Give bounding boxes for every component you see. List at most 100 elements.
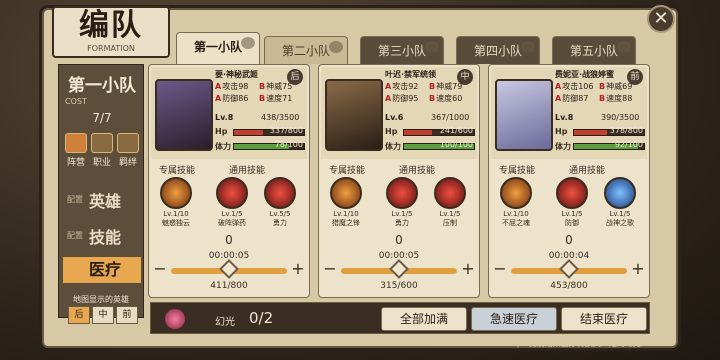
skill-level: Lv.1/10 <box>163 210 189 218</box>
skill-slot[interactable]: Lv.1/10 不屈之魂 <box>497 177 535 228</box>
menu-label: 技能 <box>89 228 122 247</box>
tab-team-5[interactable]: 第五小队 <box>552 36 636 64</box>
skill-name: 勇力 <box>273 219 287 227</box>
slider-handle[interactable] <box>389 259 409 279</box>
decrease-button[interactable]: − <box>321 261 339 279</box>
common-skill-header: 通用技能 <box>229 166 266 176</box>
class-icon <box>91 133 113 153</box>
hp-value: 241/600 <box>439 126 473 135</box>
ghost-light-value: 0/2 <box>249 309 274 327</box>
category-faction[interactable]: 阵营 <box>63 133 89 171</box>
hero-portrait[interactable] <box>325 79 383 151</box>
hp-bar: Hp 241/600 <box>385 126 477 138</box>
team-badge-icon <box>241 37 255 49</box>
title-text: 编队 <box>79 8 143 43</box>
hero-portrait[interactable] <box>155 79 213 151</box>
bottom-bar: 幻光 0/2 全部加满 急速医疗 结束医疗 <box>150 302 650 334</box>
stamina-value: 92/100 <box>614 140 643 149</box>
skill-level: Lv.1/5 <box>609 210 631 218</box>
hero-card[interactable]: 费妮亚·战狼婷蜜 前 A攻击106 B神威69 A防御87 B速度88 Lv.8… <box>488 64 650 298</box>
tab-label: 第一小队 <box>193 40 242 54</box>
menu-label: 医疗 <box>89 260 122 279</box>
skill-slot[interactable]: Lv.1/10 魅惑独云 <box>157 177 195 228</box>
stat-text: 速度88 <box>606 94 633 103</box>
stat-speed: B速度71 <box>259 94 293 103</box>
close-icon[interactable]: ✕ <box>647 5 675 33</box>
skill-slot[interactable]: Lv.1/5 破阵弹药 <box>213 177 251 228</box>
stat-text: 速度60 <box>436 94 463 103</box>
cost-value: 7/7 <box>92 111 112 125</box>
increase-button[interactable]: + <box>459 261 477 279</box>
slider-handle[interactable] <box>559 259 579 279</box>
stat-attack: A攻击92 <box>385 82 419 91</box>
map-pos-back[interactable]: 后 <box>68 306 90 324</box>
exclusive-skill-header: 专属技能 <box>329 166 366 176</box>
fill-all-button[interactable]: 全部加满 <box>381 307 467 331</box>
hp-bar: Hp 378/800 <box>555 126 647 138</box>
skill-icon <box>216 177 248 209</box>
hp-label: Hp <box>555 127 568 136</box>
menu-config-hero[interactable]: 配置 英雄 <box>63 189 141 215</box>
skill-name: 勇力 <box>395 219 409 227</box>
skill-level: Lv.1/5 <box>439 210 461 218</box>
skill-icon <box>160 177 192 209</box>
lock-icon <box>521 41 535 53</box>
title-subtitle: FORMATION <box>87 44 135 53</box>
tab-label: 第五小队 <box>569 44 618 58</box>
stat-attack: A攻击106 <box>555 82 594 91</box>
increase-button[interactable]: + <box>629 261 647 279</box>
tab-team-1[interactable]: 第一小队 <box>176 32 260 64</box>
menu-config-skill[interactable]: 配置 技能 <box>63 225 141 251</box>
decrease-button[interactable]: − <box>151 261 169 279</box>
skill-level: Lv.1/5 <box>561 210 583 218</box>
hero-portrait[interactable] <box>495 79 553 151</box>
category-class[interactable]: 职业 <box>89 133 115 171</box>
skill-icon <box>434 177 466 209</box>
skill-icon <box>604 177 636 209</box>
skill-icon <box>264 177 296 209</box>
tab-team-2[interactable]: 第二小队 <box>264 36 348 64</box>
hero-card[interactable]: 要·神秘武姬 后 A攻击98 B神威75 A防御86 B速度71 Lv.8 43… <box>148 64 310 298</box>
map-pos-front[interactable]: 前 <box>116 306 138 324</box>
skill-slot[interactable]: Lv.1/5 勇力 <box>383 177 421 228</box>
menu-pre: 配置 <box>67 195 83 204</box>
tab-team-4[interactable]: 第四小队 <box>456 36 540 64</box>
stat-text: 攻击92 <box>392 82 419 91</box>
stat-break: B神威79 <box>429 82 463 91</box>
skill-slot[interactable]: Lv.1/5 压制 <box>431 177 469 228</box>
stamina-bar: 体力 78/100 <box>215 140 307 152</box>
hero-card[interactable]: 叶迟·禁军统领 中 A攻击92 B神威79 A防御95 B速度60 Lv.6 3… <box>318 64 480 298</box>
skill-icon <box>556 177 588 209</box>
menu-medical[interactable]: 医疗 <box>63 257 141 283</box>
stamina-value: 78/100 <box>274 140 303 149</box>
skill-level: Lv.1/5 <box>391 210 413 218</box>
skill-slot[interactable]: Lv.1/5 战神之歌 <box>601 177 639 228</box>
exclusive-skill-header: 专属技能 <box>499 166 536 176</box>
skill-slot[interactable]: Lv.1/5 防御 <box>553 177 591 228</box>
skill-name: 不屈之魂 <box>502 219 530 227</box>
hero-level: Lv.6 <box>385 113 404 122</box>
stat-text: 防御86 <box>222 94 249 103</box>
skill-slot[interactable]: Lv.1/10 猎魔之锋 <box>327 177 365 228</box>
slider-handle[interactable] <box>219 259 239 279</box>
hero-exp: 438/3500 <box>261 113 300 122</box>
fast-heal-button[interactable]: 急速医疗 <box>471 307 557 331</box>
skill-slot[interactable]: Lv.5/5 勇力 <box>261 177 299 228</box>
skill-name: 魅惑独云 <box>162 219 190 227</box>
map-pos-mid[interactable]: 中 <box>92 306 114 324</box>
increase-button[interactable]: + <box>289 261 307 279</box>
menu-label: 英雄 <box>89 192 122 211</box>
hero-info: 要·神秘武姬 后 A攻击98 B神威75 A防御86 B速度71 Lv.8 43… <box>151 67 307 159</box>
category-bond[interactable]: 羁绊 <box>115 133 141 171</box>
stamina-bar: 体力 92/100 <box>555 140 647 152</box>
lock-icon <box>617 41 631 53</box>
team-name: 第一小队 <box>68 76 136 96</box>
stat-defense: A防御95 <box>385 94 419 103</box>
hp-value: 337/800 <box>269 126 303 135</box>
tab-label: 第三小队 <box>377 44 426 58</box>
decrease-button[interactable]: − <box>491 261 509 279</box>
skill-name: 猎魔之锋 <box>332 219 360 227</box>
skill-icon <box>330 177 362 209</box>
tab-team-3[interactable]: 第三小队 <box>360 36 444 64</box>
end-heal-button[interactable]: 结束医疗 <box>561 307 647 331</box>
